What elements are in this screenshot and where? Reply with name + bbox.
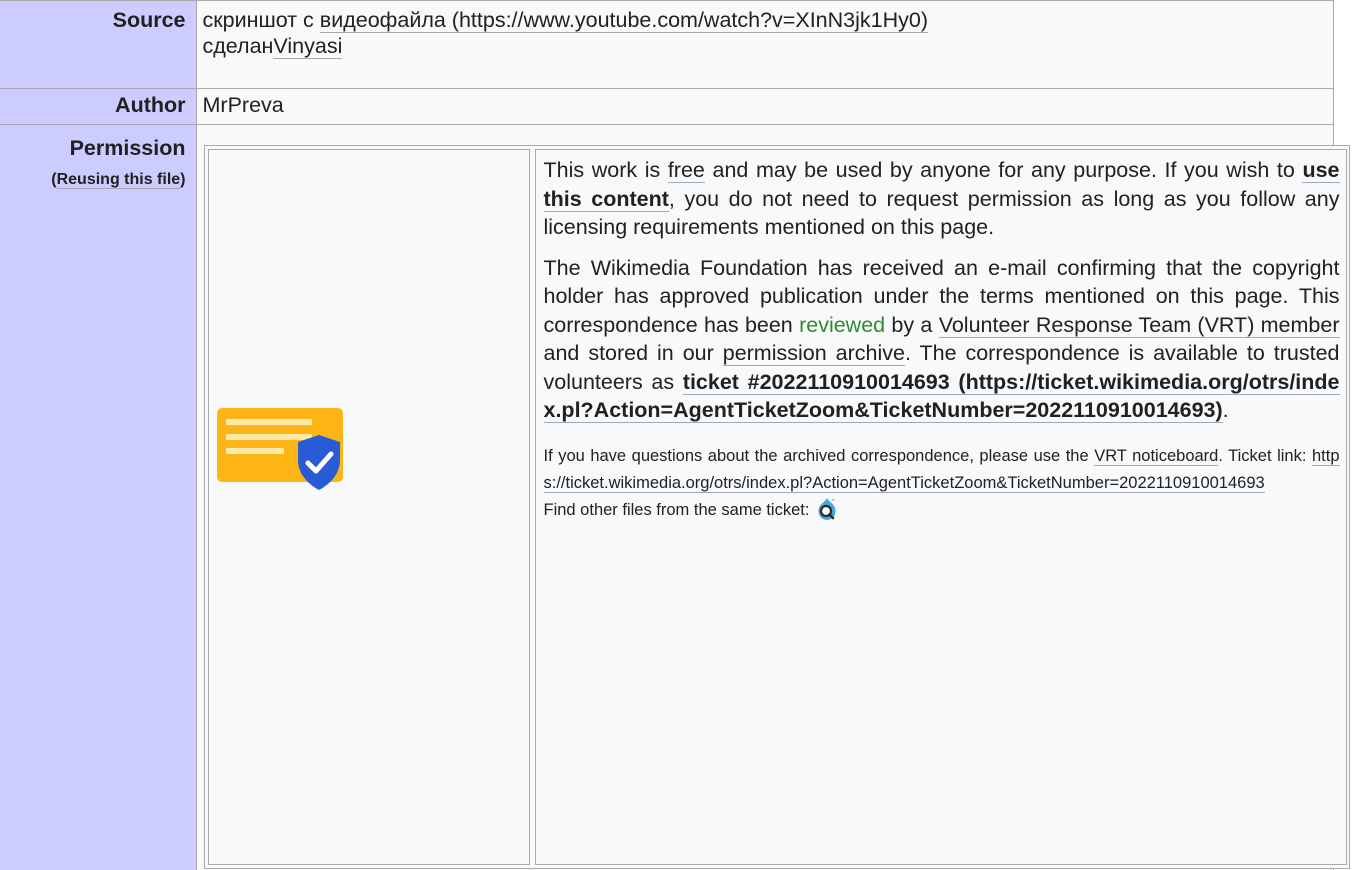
vrt-text-cell: This work is free and may be used by any… <box>534 149 1347 865</box>
free-work-paragraph: This work is free and may be used by any… <box>543 158 1340 239</box>
permission-subtitle: (Reusing this file) <box>51 171 186 189</box>
questions-paragraph: If you have questions about the archived… <box>543 446 1340 493</box>
reviewed-link[interactable]: reviewed <box>799 313 885 337</box>
source-label: Source <box>0 0 197 89</box>
permission-archive-link[interactable]: permission archive <box>722 341 905 366</box>
source-made-by-text: сделан <box>202 34 274 58</box>
source-author-link[interactable]: Vinyasi <box>273 34 343 59</box>
magnifier-search-icon[interactable] <box>816 497 838 521</box>
permission-label-cell: Permission (Reusing this file) <box>0 124 197 870</box>
vrt-icon-cell <box>207 149 530 865</box>
source-video-link[interactable]: видеофайла (https://www.youtube.com/watc… <box>319 8 928 33</box>
vrt-member-link[interactable]: Volunteer Response Team (VRT) member <box>938 312 1340 338</box>
author-value: MrPreva <box>195 88 1334 125</box>
vrt-statement-paragraph: The Wikimedia Foundation has received an… <box>543 255 1340 423</box>
file-info-table: Source скриншот с видеофайла (https://ww… <box>0 0 1350 870</box>
permission-label: Permission <box>69 136 186 160</box>
vrt-permission-shield-icon <box>216 408 343 490</box>
reusing-this-file-link[interactable]: Reusing this file <box>56 171 181 189</box>
find-other-files-paragraph: Find other files from the same ticket: <box>544 497 1340 521</box>
permission-row: Permission (Reusing this file) This work… <box>0 124 1350 870</box>
free-link[interactable]: free <box>667 158 705 183</box>
author-label: Author <box>0 88 197 125</box>
vrt-noticeboard-link[interactable]: VRT noticeboard <box>1094 446 1219 466</box>
source-prefix-text: скриншот с <box>202 8 320 32</box>
vrt-permission-box: This work is free and may be used by any… <box>203 145 1350 869</box>
permission-value: This work is free and may be used by any… <box>195 124 1350 870</box>
source-row: Source скриншот с видеофайла (https://ww… <box>0 0 1334 89</box>
author-row: Author MrPreva <box>0 88 1334 125</box>
source-value: скриншот с видеофайла (https://www.youtu… <box>195 0 1334 89</box>
